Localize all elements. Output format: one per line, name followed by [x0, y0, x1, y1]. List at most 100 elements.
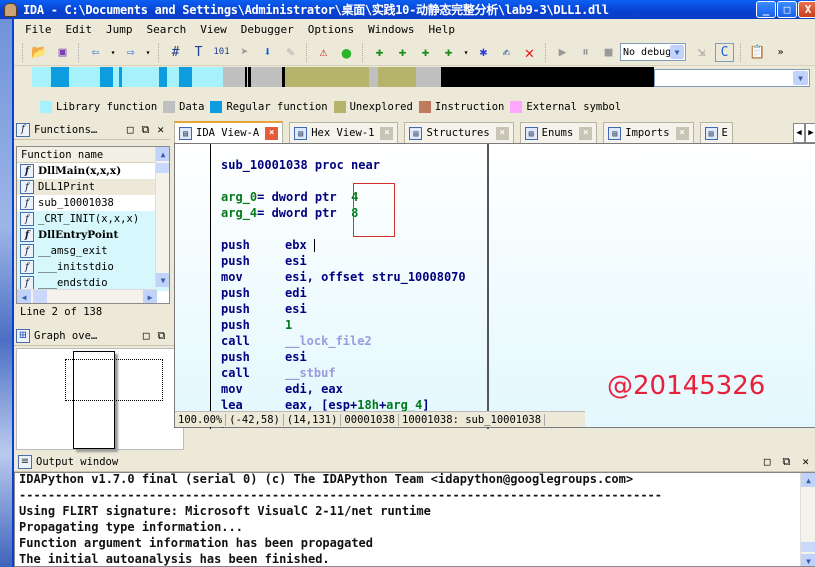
forward-icon[interactable]: ⇨	[121, 43, 140, 62]
scroll-left-icon[interactable]: ◀	[17, 290, 31, 303]
scroll-down-icon[interactable]: ▼	[156, 273, 169, 287]
instruction-line[interactable]: mov esi, offset stru_10008070	[221, 269, 466, 285]
chevron-down-icon[interactable]: ▼	[670, 45, 684, 59]
string-icon[interactable]: ✚	[416, 43, 435, 62]
delete-icon[interactable]: ✕	[520, 43, 539, 62]
panel-close-icon[interactable]: ✕	[157, 123, 164, 137]
pause-icon[interactable]: ⏸	[576, 43, 595, 62]
navband-segment-regular[interactable]	[179, 67, 192, 87]
panel-maximize-icon[interactable]: □	[143, 329, 150, 343]
open-icon[interactable]: 📂	[30, 43, 49, 62]
navband-segment-black[interactable]	[440, 67, 648, 87]
tab-enums[interactable]: ▤ Enums ×	[519, 122, 598, 143]
function-list-item[interactable]: f DllMain(x,x,x)	[17, 163, 169, 179]
graph-overview-canvas[interactable]	[16, 348, 184, 450]
menu-edit[interactable]: Edit	[59, 23, 100, 36]
chevron-down-icon[interactable]: ▼	[793, 71, 808, 85]
menu-search[interactable]: Search	[140, 23, 194, 36]
step-icon[interactable]: ⇲	[692, 43, 711, 62]
menu-options[interactable]: Options	[301, 23, 361, 36]
output-text-area[interactable]: IDAPython v1.7.0 final (serial 0) (c) Th…	[14, 472, 815, 567]
panel-float-icon[interactable]: ⧉	[158, 329, 166, 343]
tab-close-icon[interactable]: ×	[265, 126, 279, 140]
struct-icon[interactable]: ✚	[439, 43, 458, 62]
back-icon[interactable]: ⇦	[86, 43, 105, 62]
navigation-address-combo[interactable]: ▼	[654, 69, 810, 87]
scroll-thumb[interactable]	[801, 542, 815, 552]
disabled-icon[interactable]: ✎	[281, 43, 300, 62]
scroll-up-icon[interactable]: ▲	[801, 473, 815, 487]
menu-file[interactable]: File	[18, 23, 59, 36]
navband-segment-library[interactable]	[166, 67, 180, 87]
debugger-select[interactable]: No debug ▼	[620, 43, 686, 61]
panel-float-icon[interactable]: ⧉	[142, 123, 150, 137]
tab-close-icon[interactable]: ×	[579, 126, 593, 140]
menu-windows[interactable]: Windows	[361, 23, 421, 36]
tab-structures[interactable]: ▤ Structures ×	[404, 122, 514, 143]
output-window-header[interactable]: ≡ Output window □ ⧉ ✕	[14, 452, 815, 472]
functions-panel-header[interactable]: f Functions… □ ⧉ ✕	[14, 120, 170, 140]
navband-segment-data[interactable]	[369, 67, 379, 87]
navigation-band[interactable]	[32, 67, 654, 87]
navband-segment-data[interactable]	[250, 67, 282, 87]
navband-segment-library[interactable]	[191, 67, 223, 87]
minimize-button[interactable]: _	[756, 1, 776, 18]
jump-down-icon[interactable]: ⬇	[258, 43, 277, 62]
tab-scroll-left-icon[interactable]: ◀	[793, 123, 805, 143]
scroll-down-icon[interactable]: ▼	[801, 554, 815, 566]
instruction-line[interactable]: push 1	[221, 317, 466, 333]
instruction-line[interactable]: call __lock_file2	[221, 333, 466, 349]
instruction-line[interactable]: push esi	[221, 301, 466, 317]
navband-segment-regular[interactable]	[159, 67, 167, 87]
tab-e[interactable]: ▤ E	[699, 122, 733, 143]
tab-imports[interactable]: ▤ Imports ×	[603, 122, 694, 143]
tab-ida-view-a[interactable]: ▤ IDA View-A ×	[174, 121, 284, 143]
instruction-line[interactable]: call __stbuf	[221, 365, 466, 381]
edit-icon[interactable]: ✍	[497, 43, 516, 62]
run-green-icon[interactable]: ●	[337, 43, 356, 62]
search-hex-icon[interactable]: #	[166, 43, 185, 62]
ida-view-a[interactable]: sub_10001038 proc near arg_0= dword ptr 4…	[174, 143, 815, 429]
menu-debugger[interactable]: Debugger	[234, 23, 301, 36]
panel-maximize-icon[interactable]: □	[764, 455, 771, 469]
scroll-right-icon[interactable]: ▶	[143, 290, 157, 303]
enum-icon[interactable]: ✱	[474, 43, 493, 62]
navband-segment-unexplored[interactable]	[378, 67, 416, 87]
warning-icon[interactable]: ⚠	[314, 43, 333, 62]
panel-float-icon[interactable]: ⧉	[783, 455, 791, 469]
functions-vertical-scrollbar[interactable]: ▲ ▼	[155, 147, 169, 287]
menu-jump[interactable]: Jump	[99, 23, 140, 36]
navband-segment-regular[interactable]	[100, 67, 113, 87]
instruction-line[interactable]: push esi	[221, 349, 466, 365]
menu-help[interactable]: Help	[421, 23, 462, 36]
tab-close-icon[interactable]: ×	[675, 126, 689, 140]
disassembly-node[interactable]: sub_10001038 proc near arg_0= dword ptr 4…	[175, 144, 489, 429]
functions-horizontal-scrollbar[interactable]: ◀ ▶	[17, 289, 157, 303]
navband-segment-data[interactable]	[222, 67, 245, 87]
back-dropdown-icon[interactable]: ▾	[109, 43, 117, 62]
toolbar-overflow-button[interactable]: »	[771, 43, 790, 62]
cpu-icon[interactable]: C	[715, 42, 734, 62]
graph-viewport-rect[interactable]	[65, 359, 163, 401]
function-list-item[interactable]: f DllEntryPoint	[17, 227, 169, 243]
arg-declaration[interactable]: arg_4= dword ptr 8	[221, 205, 466, 221]
function-list-item[interactable]: f _CRT_INIT(x,x,x)	[17, 211, 169, 227]
navband-segment-library[interactable]	[122, 67, 160, 87]
function-list-item[interactable]: f sub_10001038	[17, 195, 169, 211]
search-text-icon[interactable]: T	[189, 43, 208, 62]
help-icon[interactable]: 📋	[748, 43, 767, 62]
maximize-button[interactable]: □	[777, 1, 797, 18]
navband-segment-library[interactable]	[69, 67, 101, 87]
tab-close-icon[interactable]: ×	[495, 126, 509, 140]
scroll-thumb[interactable]	[156, 163, 169, 173]
search-binary-icon[interactable]: 101	[212, 43, 231, 62]
navband-segment-data[interactable]	[415, 67, 441, 87]
panel-close-icon[interactable]: ✕	[802, 455, 809, 469]
instruction-line[interactable]: mov edi, eax	[221, 381, 466, 397]
save-icon[interactable]: ▣	[53, 43, 72, 62]
forward-dropdown-icon[interactable]: ▾	[144, 43, 152, 62]
close-button[interactable]: X	[798, 1, 815, 18]
panel-maximize-icon[interactable]: □	[127, 123, 134, 137]
instruction-line[interactable]: push edi	[221, 285, 466, 301]
code-icon[interactable]: ✚	[370, 43, 389, 62]
